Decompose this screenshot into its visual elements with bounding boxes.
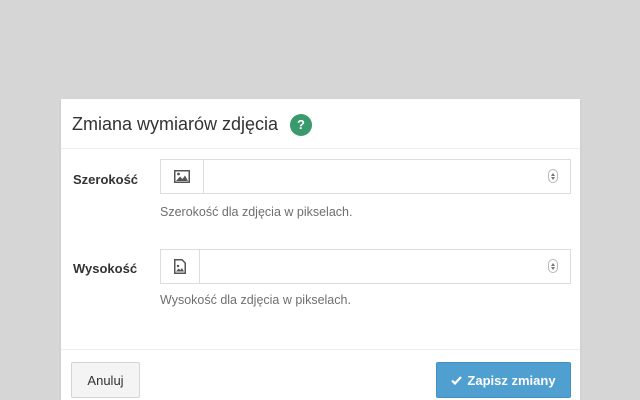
height-help-text: Wysokość dla zdjęcia w pikselach. (160, 293, 351, 307)
modal-footer: Anuluj Zapisz zmiany (61, 349, 580, 400)
resize-image-modal: Zmiana wymiarów zdjęcia ? Szerokość Szer… (61, 99, 580, 400)
cancel-button[interactable]: Anuluj (71, 362, 140, 398)
height-spinner[interactable] (548, 259, 558, 273)
width-spinner[interactable] (548, 169, 558, 183)
image-icon (161, 160, 204, 193)
height-label: Wysokość (73, 261, 138, 276)
width-help-text: Szerokość dla zdjęcia w pikselach. (160, 205, 353, 219)
save-changes-button[interactable]: Zapisz zmiany (436, 362, 571, 398)
spinner-up-icon[interactable] (551, 172, 555, 176)
modal-title: Zmiana wymiarów zdjęcia (72, 114, 279, 134)
question-mark-icon[interactable]: ? (290, 114, 312, 136)
spinner-down-icon[interactable] (551, 266, 555, 270)
width-label: Szerokość (73, 172, 139, 187)
height-input[interactable] (200, 250, 544, 283)
width-input-group (160, 159, 571, 194)
width-input[interactable] (204, 160, 544, 193)
height-input-group (160, 249, 571, 284)
modal-header: Zmiana wymiarów zdjęcia ? (61, 99, 580, 149)
spinner-down-icon[interactable] (551, 176, 555, 180)
spinner-up-icon[interactable] (551, 262, 555, 266)
image-file-icon (161, 250, 200, 283)
check-icon (451, 373, 463, 388)
save-button-label: Zapisz zmiany (467, 372, 556, 388)
